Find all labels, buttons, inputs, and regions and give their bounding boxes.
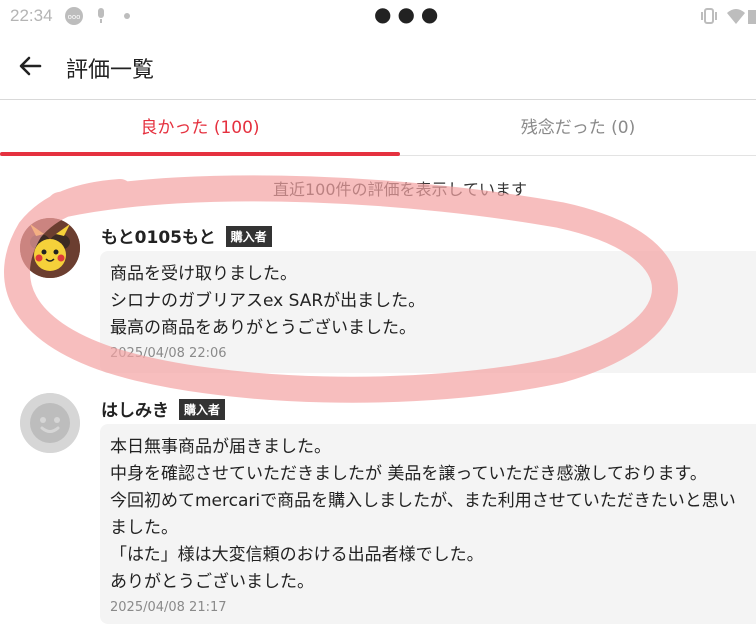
svg-text:ooo: ooo	[68, 13, 81, 21]
comment-line: 商品を受け取りました。	[110, 264, 297, 284]
status-time: 22:34	[10, 6, 53, 25]
rating-tabs: 良かった (100) 残念だった (0)	[0, 100, 756, 156]
tab-good-label: 良かった (100)	[140, 118, 260, 138]
dot-icon	[124, 13, 130, 19]
vibrate-icon	[701, 8, 717, 24]
reviewer-name[interactable]: はしみき 購入者	[101, 396, 226, 421]
comment-line: 最高の商品をありがとうございました。	[110, 318, 416, 338]
comment-line: 「はた」様は大変信頼のおける出品者様でした。	[110, 545, 484, 565]
recent-notice: 直近100件の評価を表示しています	[272, 180, 528, 199]
comment-line: シロナのガブリアスex SARが出ました。	[110, 291, 426, 311]
mic-icon	[98, 8, 104, 23]
review-bubble: 商品を受け取りました。 シロナのガブリアスex SARが出ました。 最高の商品を…	[100, 251, 756, 373]
buyer-badge: 購入者	[225, 226, 272, 247]
comment-line: ありがとうございました。	[110, 572, 314, 592]
ooo-icon: ooo	[65, 7, 83, 25]
battery-icon	[748, 10, 756, 24]
reviewer-name-text: もと0105もと	[101, 228, 216, 248]
review-bubble: 本日無事商品が届きました。 中身を確認させていただきましたが 美品を譲っていただ…	[100, 424, 756, 624]
comment-line: 今回初めてmercariで商品を購入しましたが、また利用させていただきたいと思い	[110, 491, 736, 511]
tab-bad[interactable]: 残念だった (0)	[400, 100, 756, 155]
buyer-badge: 購入者	[179, 399, 226, 420]
status-bar: 22:34 ooo ●●●	[0, 0, 756, 32]
app-header: 評価一覧	[0, 32, 756, 100]
page-title: 評価一覧	[66, 58, 155, 83]
wifi-icon	[727, 9, 745, 24]
default-avatar[interactable]	[20, 393, 80, 453]
arrow-left-icon[interactable]	[16, 52, 44, 80]
comment-line: 中身を確認させていただきましたが 美品を譲っていただき感激しております。	[110, 464, 707, 484]
pikachu-avatar[interactable]	[20, 218, 80, 278]
review-date: 2025/04/08 22:06	[110, 346, 227, 361]
review-date: 2025/04/08 21:17	[110, 600, 227, 615]
comment-line: ました。	[110, 518, 178, 538]
comment-line: 本日無事商品が届きました。	[110, 437, 331, 457]
tab-bad-label: 残念だった (0)	[520, 118, 636, 138]
tab-good[interactable]: 良かった (100)	[0, 100, 400, 156]
reviewer-name[interactable]: もと0105もと 購入者	[101, 223, 272, 248]
active-tab-indicator	[0, 152, 400, 156]
reviewer-name-text: はしみき	[101, 401, 169, 421]
more-dots-icon[interactable]: ●●●	[374, 2, 444, 26]
